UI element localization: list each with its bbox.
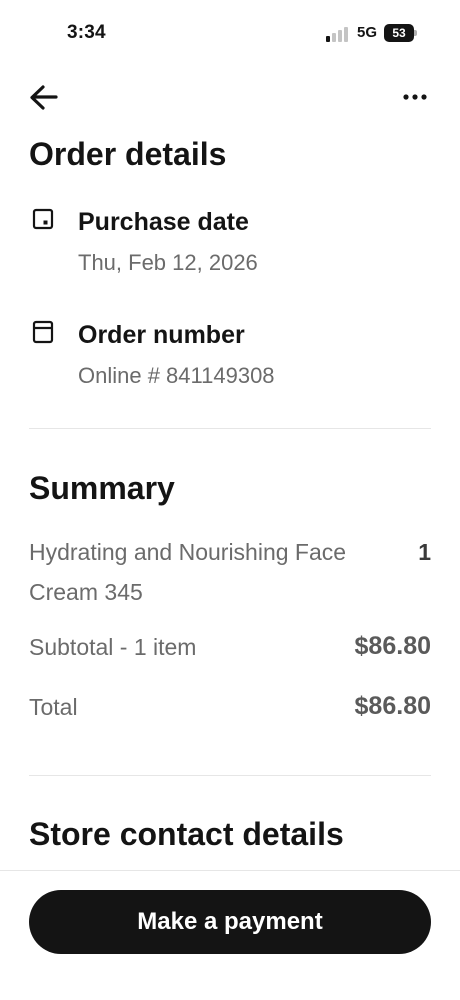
page-title: Order details [29,136,227,172]
battery-level: 53 [392,26,406,40]
total-row: Total $86.80 [29,692,431,730]
receipt-icon [32,320,54,344]
make-payment-button[interactable]: Make a payment [29,890,431,954]
purchase-date-label: Purchase date [78,208,249,236]
calendar-icon [32,208,54,230]
subtotal-row: Subtotal - 1 item $86.80 [29,632,431,670]
purchase-date-value: Thu, Feb 12, 2026 [78,250,258,275]
more-horizontal-icon [403,94,427,100]
more-options-button[interactable] [398,80,434,116]
order-number-label: Order number [78,321,245,349]
divider [29,775,431,776]
status-bar: 3:34 5G 53 [0,0,460,70]
battery-icon: 53 [384,24,414,42]
summary-title: Summary [29,470,175,506]
store-contact-title: Store contact details [29,816,344,852]
divider [29,428,431,429]
battery-cap [414,30,417,36]
status-time: 3:34 [67,22,106,43]
order-number-value: Online # 841149308 [78,363,275,388]
back-button[interactable] [26,80,62,116]
subtotal-label: Subtotal - 1 item [29,634,197,660]
total-value: $86.80 [354,692,431,720]
purchase-date-row: Purchase date Thu, Feb 12, 2026 [29,206,431,286]
item-quantity: 1 [418,539,431,565]
total-label: Total [29,694,78,720]
signal-icon [326,26,350,42]
order-number-row: Order number Online # 841149308 [29,319,431,399]
subtotal-value: $86.80 [354,632,431,660]
item-name: Hydrating and Nourishing Face Cream 345 [29,539,347,605]
network-type: 5G [357,24,378,41]
arrow-left-icon [30,85,58,110]
